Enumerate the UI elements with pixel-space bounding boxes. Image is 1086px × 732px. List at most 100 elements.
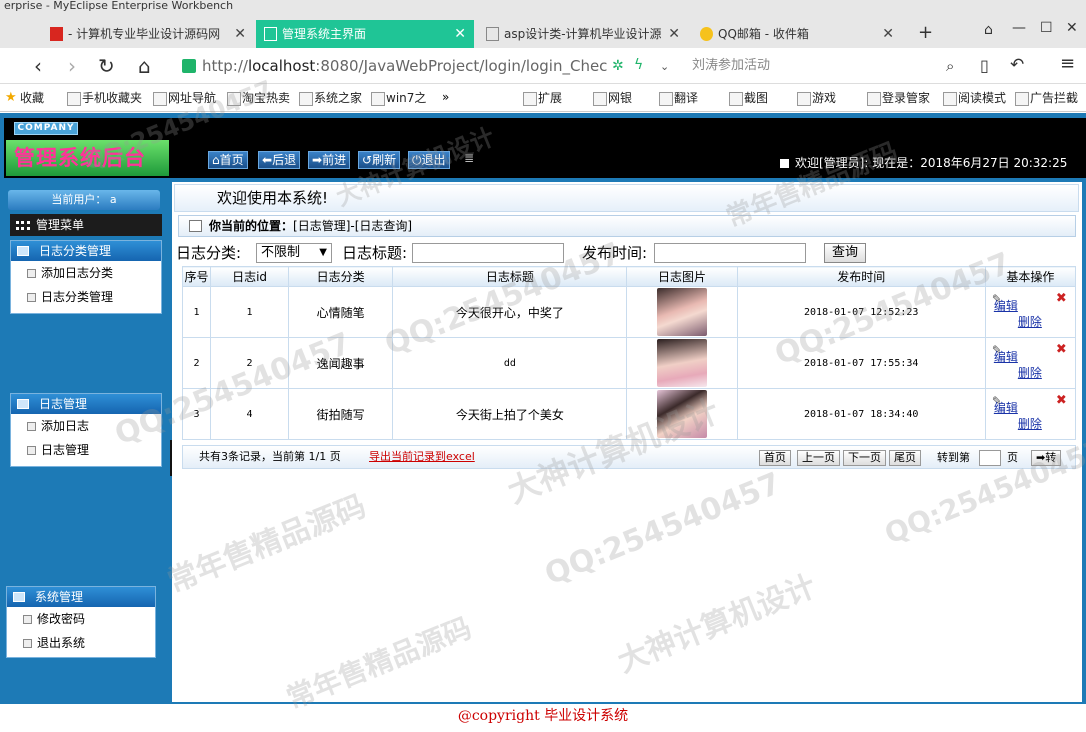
sidebar-item-add-category[interactable]: 添加日志分类 [11,261,161,285]
search-icon[interactable]: ⌕ [946,57,954,75]
delete-icon[interactable]: ✖ [1056,393,1067,408]
forward-nav-button[interactable]: ➡前进 [308,151,351,169]
edit-link[interactable]: 编辑 [994,399,1018,416]
address-bar[interactable]: http://localhost:8080/JavaWebProject/log… [176,53,666,79]
cell-time: 2018-01-07 18:34:40 [736,388,986,440]
go-button[interactable]: ➡转 [1031,450,1062,466]
new-tab-button[interactable]: + [918,22,933,43]
table-row: 2 2 逸闻趣事 dd 2018-01-07 17:55:34 ✎ 编辑 删除 … [181,337,1077,389]
bookmark-nav[interactable]: 网址导航 [152,90,216,107]
panel-icon [17,399,29,409]
bookmark-translate[interactable]: 翻译 [658,90,698,107]
panel-header[interactable]: 系统管理 [7,587,155,607]
bookmark-bank[interactable]: 网银 [592,90,632,107]
cell-category: 心情随笔 [288,286,394,338]
delete-icon[interactable]: ✖ [1056,291,1067,306]
panel-header[interactable]: 日志分类管理 [11,241,161,261]
sidebar-item-add-log[interactable]: 添加日志 [11,414,161,438]
menu-icon[interactable]: ≡ [1060,53,1075,74]
tab-bar: - 计算机专业毕业设计源码网 ✕ 管理系统主界面 ✕ asp设计类-计算机毕业设… [0,18,1086,48]
tab-qq-mail[interactable]: QQ邮箱 - 收件箱 ✕ [692,20,902,48]
sidebar-item-manage-category[interactable]: 日志分类管理 [11,285,161,309]
prev-page-button[interactable]: 上一页 [797,450,840,466]
maximize-button[interactable]: ☐ [1040,20,1053,36]
close-icon[interactable]: ✕ [234,20,246,48]
sidebar-item-change-password[interactable]: 修改密码 [7,607,155,631]
close-icon[interactable]: ✕ [882,20,894,48]
close-icon[interactable]: ✕ [668,20,680,48]
category-select[interactable]: 不限制 [256,243,332,263]
delete-icon[interactable]: ✖ [1056,342,1067,357]
bookmark-favorites[interactable]: 收藏 [4,89,44,107]
cell-title: 今天很开心，中奖了 [392,286,628,338]
item-icon [23,639,32,648]
table-row: 3 4 街拍随写 今天街上拍了个美女 2018-01-07 18:34:40 ✎… [181,388,1077,440]
lightning-icon[interactable]: ϟ [634,57,643,73]
tab-label: 管理系统主界面 [282,27,367,41]
sidebar-item-logout[interactable]: 退出系统 [7,631,155,655]
page-number-input[interactable] [979,450,1001,466]
panel-log-category: 日志分类管理 添加日志分类 日志分类管理 [10,240,162,314]
phone-icon[interactable]: ▯ [980,56,989,75]
bookmark-mobile[interactable]: 手机收藏夹 [66,90,142,107]
cell-photo [626,286,738,338]
forward-button[interactable]: › [68,54,76,78]
search-bar: 日志分类: 不限制 日志标题: 发布时间: 查询 [176,241,1076,265]
refresh-nav-button[interactable]: ↺刷新 [358,151,401,169]
col-header: 序号 [181,266,212,287]
sidebar-item-manage-log[interactable]: 日志管理 [11,438,161,462]
bookmark-xitong[interactable]: 系统之家 [298,90,362,107]
panel-header[interactable]: 日志管理 [11,394,161,414]
next-page-button[interactable]: 下一页 [843,450,886,466]
delete-link[interactable]: 删除 [1018,415,1042,432]
bookmark-more[interactable]: » [442,90,449,104]
col-header: 发布时间 [736,266,986,287]
bookmark-taobao[interactable]: 淘宝热卖 [226,90,290,107]
url-scheme: http:// [202,57,248,75]
tab-label: asp设计类-计算机毕业设计源 [504,27,662,41]
cell-id: 2 [210,337,290,389]
title-input[interactable] [412,243,564,263]
home-button[interactable]: ⌂ [138,54,151,78]
delete-link[interactable]: 删除 [1018,364,1042,381]
col-header: 日志id [210,266,290,287]
news-ticker[interactable]: 刘涛参加活动 [692,53,770,79]
time-input[interactable] [654,243,806,263]
tab-source-site[interactable]: - 计算机专业毕业设计源码网 ✕ [42,20,254,48]
location-icon [189,220,202,232]
tab-admin-main[interactable]: 管理系统主界面 ✕ [256,20,474,48]
undo-icon[interactable]: ↶ [1010,55,1024,75]
reload-button[interactable]: ↻ [98,54,115,78]
bookmark-reader-mode[interactable]: 阅读模式 [942,90,1006,107]
cell-category: 逸闻趣事 [288,337,394,389]
tab-asp-design[interactable]: asp设计类-计算机毕业设计源 ✕ [478,20,688,48]
edit-link[interactable]: 编辑 [994,348,1018,365]
dropdown-chevron-icon[interactable]: ⌄ [660,60,669,73]
minimize-button[interactable]: — [1012,20,1026,36]
pager: 共有3条记录，当前第 1/1 页 导出当前记录到excel 首页 上一页 下一页… [182,445,1076,469]
skin-icon[interactable]: ⌂ [984,22,993,38]
welcome-bar: 欢迎使用本系统! [174,184,1079,212]
back-button[interactable]: ‹ [34,54,42,78]
bookmark-screenshot[interactable]: 截图 [728,90,768,107]
url-path: :8080/JavaWebProject/login/login_Chec [315,57,608,75]
back-nav-button[interactable]: ⬅后退 [258,151,301,169]
edit-link[interactable]: 编辑 [994,297,1018,314]
first-page-button[interactable]: 首页 [759,450,791,466]
company-badge: COMPANY [14,122,78,135]
bookmark-win7[interactable]: win7之 [370,90,426,107]
export-excel-link[interactable]: 导出当前记录到excel [369,446,475,468]
close-icon[interactable]: ✕ [454,20,466,48]
cell-time: 2018-01-07 12:52:23 [736,286,986,338]
logout-nav-button[interactable]: ⏻退出 [408,151,450,169]
bookmark-login-manager[interactable]: 登录管家 [866,90,930,107]
home-nav-button[interactable]: ⌂首页 [208,151,248,169]
last-page-button[interactable]: 尾页 [889,450,921,466]
delete-link[interactable]: 删除 [1018,313,1042,330]
close-window-button[interactable]: ✕ [1066,20,1078,36]
log-photo [657,390,708,438]
bookmark-extensions[interactable]: 扩展 [522,90,562,107]
bookmark-games[interactable]: 游戏 [796,90,836,107]
query-button[interactable]: 查询 [824,243,866,263]
bookmark-adblock[interactable]: 广告拦截 [1014,90,1078,107]
